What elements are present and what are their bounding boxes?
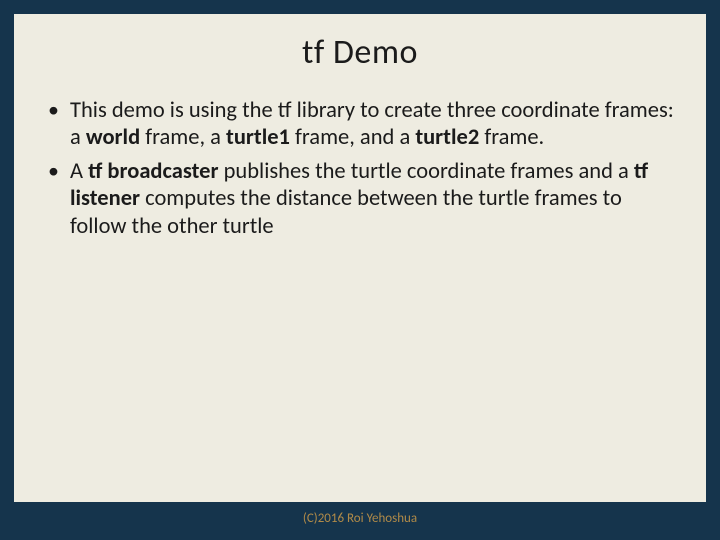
slide-title: tf Demo (44, 32, 676, 73)
text: computes the distance between the turtle… (70, 185, 622, 239)
text: frame, and a (290, 124, 415, 151)
slide: tf Demo This demo is using the tf librar… (14, 14, 706, 502)
list-item: This demo is using the tf library to cre… (44, 97, 676, 152)
slide-body: This demo is using the tf library to cre… (44, 97, 676, 240)
bold-text: tf broadcaster (88, 158, 218, 185)
text: publishes the turtle coordinate frames a… (218, 158, 633, 185)
bold-text: turtle1 (226, 124, 290, 151)
list-item: A tf broadcaster publishes the turtle co… (44, 158, 676, 240)
bold-text: turtle2 (415, 124, 479, 151)
text: frame, a (140, 124, 226, 151)
slide-footer: (C)2016 Roi Yehoshua (0, 511, 720, 526)
bold-text: world (86, 124, 140, 151)
bullet-list: This demo is using the tf library to cre… (44, 97, 676, 240)
text: frame. (479, 124, 544, 151)
text: A (70, 158, 88, 185)
